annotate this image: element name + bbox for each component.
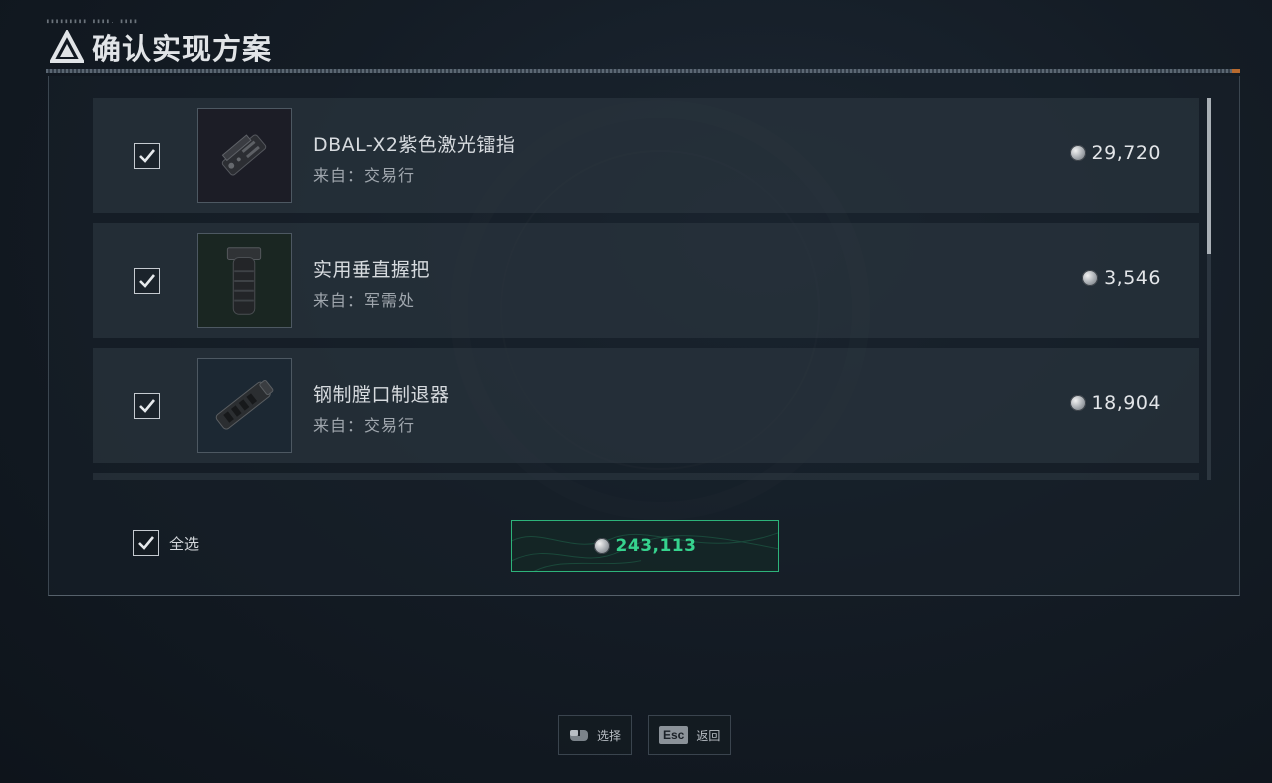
checkmark-icon bbox=[139, 149, 156, 163]
confirm-total-button[interactable]: 243,113 bbox=[511, 520, 779, 572]
item-price-value: 3,546 bbox=[1104, 267, 1161, 289]
hint-select-label: 选择 bbox=[597, 728, 622, 743]
select-all-label: 全选 bbox=[169, 534, 200, 553]
total-price: 243,113 bbox=[615, 536, 697, 556]
item-price: 18,904 bbox=[1069, 392, 1161, 414]
select-all-checkbox[interactable] bbox=[133, 530, 159, 556]
select-all-toggle[interactable]: 全选 bbox=[133, 530, 199, 556]
esc-key-icon: Esc bbox=[659, 726, 689, 744]
muzzle-brake-icon bbox=[215, 380, 274, 430]
title-divider bbox=[46, 69, 1240, 73]
item-price: 29,720 bbox=[1069, 142, 1161, 164]
list-item-partial bbox=[93, 473, 1199, 480]
item-source: 来自：交易行 bbox=[313, 166, 416, 185]
item-thumbnail bbox=[197, 358, 292, 453]
item-price-value: 18,904 bbox=[1091, 392, 1161, 414]
hint-back-label: 返回 bbox=[696, 728, 721, 743]
checkmark-icon bbox=[139, 399, 156, 413]
item-checkbox[interactable] bbox=[134, 143, 160, 169]
mouse-icon bbox=[569, 728, 589, 742]
scrollbar-thumb[interactable] bbox=[1207, 98, 1211, 254]
coin-icon bbox=[1082, 270, 1099, 286]
coin-icon bbox=[593, 538, 610, 554]
item-thumbnail bbox=[197, 108, 292, 203]
page-header: 确认实现方案 bbox=[50, 26, 272, 68]
coin-icon bbox=[1069, 395, 1086, 411]
confirm-panel: DBAL-X2紫色激光镭指 来自：交易行 29,720 实用垂直握把 来自：军需… bbox=[48, 76, 1240, 596]
item-name: 钢制膛口制退器 bbox=[313, 384, 450, 406]
header-tag: ▮▮▮▮▮▮▮▮▮ ▮▮▮▮. ▮▮▮▮ bbox=[46, 18, 139, 25]
vertical-grip-icon bbox=[226, 247, 262, 315]
item-list[interactable]: DBAL-X2紫色激光镭指 来自：交易行 29,720 实用垂直握把 来自：军需… bbox=[93, 98, 1199, 480]
hint-back[interactable]: Esc 返回 bbox=[648, 715, 732, 755]
item-thumbnail bbox=[197, 233, 292, 328]
checkmark-icon bbox=[138, 536, 155, 550]
list-item[interactable]: 钢制膛口制退器 来自：交易行 18,904 bbox=[93, 348, 1199, 463]
title-divider-accent bbox=[1232, 69, 1240, 73]
coin-icon bbox=[1069, 145, 1086, 161]
item-price-value: 29,720 bbox=[1091, 142, 1161, 164]
item-source: 来自：交易行 bbox=[313, 416, 416, 435]
item-name: 实用垂直握把 bbox=[313, 259, 431, 281]
list-scrollbar[interactable] bbox=[1207, 98, 1211, 480]
list-item[interactable]: DBAL-X2紫色激光镭指 来自：交易行 29,720 bbox=[93, 98, 1199, 213]
item-name: DBAL-X2紫色激光镭指 bbox=[313, 134, 516, 156]
item-source: 来自：军需处 bbox=[313, 291, 416, 310]
item-checkbox[interactable] bbox=[134, 268, 160, 294]
laser-device-icon bbox=[221, 134, 267, 176]
page-title: 确认实现方案 bbox=[92, 32, 273, 66]
triangle-logo-icon bbox=[50, 30, 84, 63]
list-item[interactable]: 实用垂直握把 来自：军需处 3,546 bbox=[93, 223, 1199, 338]
item-price: 3,546 bbox=[1082, 267, 1161, 289]
item-checkbox[interactable] bbox=[134, 393, 160, 419]
checkmark-icon bbox=[139, 274, 156, 288]
hint-select[interactable]: 选择 bbox=[558, 715, 633, 755]
